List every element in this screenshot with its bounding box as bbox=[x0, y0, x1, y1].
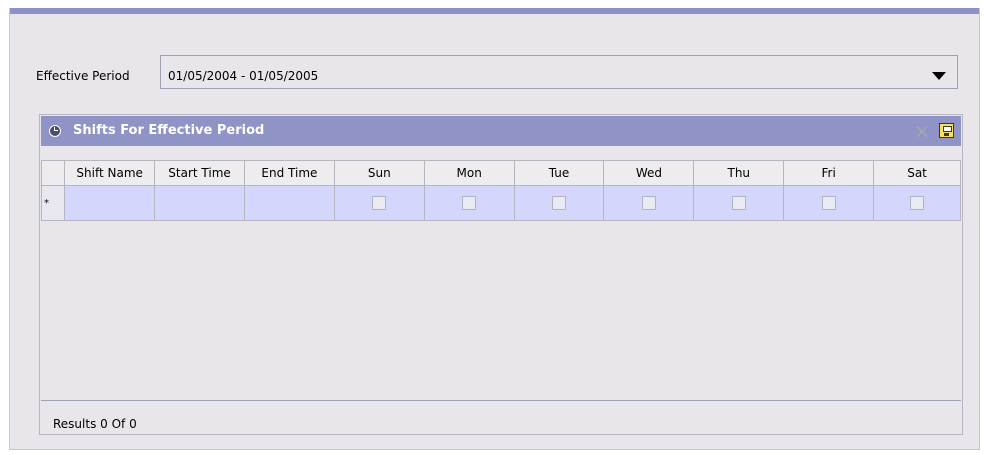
start-time-cell[interactable] bbox=[154, 185, 245, 221]
mon-checkbox[interactable] bbox=[462, 196, 477, 211]
tue-checkbox[interactable] bbox=[552, 196, 567, 211]
panel-title: Shifts For Effective Period bbox=[73, 123, 265, 138]
thu-cell[interactable] bbox=[693, 185, 785, 221]
results-count: Results 0 Of 0 bbox=[53, 417, 137, 431]
fri-cell[interactable] bbox=[783, 185, 875, 221]
shift-name-cell[interactable] bbox=[64, 185, 156, 221]
sat-cell[interactable] bbox=[873, 185, 961, 221]
row-marker-header bbox=[40, 160, 66, 186]
wed-cell[interactable] bbox=[603, 185, 695, 221]
column-header-wed[interactable]: Wed bbox=[603, 160, 695, 186]
sun-cell[interactable] bbox=[333, 185, 425, 221]
delete-icon[interactable]: × bbox=[913, 121, 931, 141]
table-header-row: Shift Name Start Time End Time Sun Mon T… bbox=[40, 160, 961, 186]
mon-cell[interactable] bbox=[423, 185, 515, 221]
end-time-cell[interactable] bbox=[243, 185, 335, 221]
column-header-end-time[interactable]: End Time bbox=[243, 160, 335, 186]
table-row[interactable]: * bbox=[40, 185, 961, 221]
shifts-panel: Shifts For Effective Period × Shift Name… bbox=[39, 114, 963, 435]
column-header-sun[interactable]: Sun bbox=[333, 160, 425, 186]
new-row-marker: * bbox=[40, 185, 66, 221]
top-accent-bar bbox=[10, 8, 979, 14]
wed-checkbox[interactable] bbox=[641, 196, 656, 211]
shifts-table: Shift Name Start Time End Time Sun Mon T… bbox=[40, 160, 961, 221]
tue-cell[interactable] bbox=[513, 185, 605, 221]
column-header-shift-name[interactable]: Shift Name bbox=[64, 160, 156, 186]
clock-icon bbox=[49, 125, 61, 137]
sat-checkbox[interactable] bbox=[910, 196, 925, 211]
column-header-start-time[interactable]: Start Time bbox=[154, 160, 245, 186]
column-header-sat[interactable]: Sat bbox=[873, 160, 961, 186]
dropdown-arrow-icon[interactable] bbox=[932, 72, 946, 80]
column-header-fri[interactable]: Fri bbox=[783, 160, 875, 186]
column-header-tue[interactable]: Tue bbox=[513, 160, 605, 186]
shifts-grid: Shift Name Start Time End Time Sun Mon T… bbox=[40, 160, 961, 401]
main-panel-frame: Effective Period 01/05/2004 - 01/05/2005… bbox=[9, 8, 980, 450]
shifts-panel-header: Shifts For Effective Period × bbox=[41, 116, 961, 146]
effective-period-select[interactable]: 01/05/2004 - 01/05/2005 bbox=[160, 55, 958, 89]
effective-period-value: 01/05/2004 - 01/05/2005 bbox=[168, 69, 319, 83]
fri-checkbox[interactable] bbox=[821, 196, 836, 211]
effective-period-label: Effective Period bbox=[36, 69, 130, 83]
sun-checkbox[interactable] bbox=[372, 196, 387, 211]
column-header-mon[interactable]: Mon bbox=[423, 160, 515, 186]
thu-checkbox[interactable] bbox=[731, 196, 746, 211]
column-header-thu[interactable]: Thu bbox=[693, 160, 785, 186]
save-icon[interactable] bbox=[939, 123, 954, 138]
